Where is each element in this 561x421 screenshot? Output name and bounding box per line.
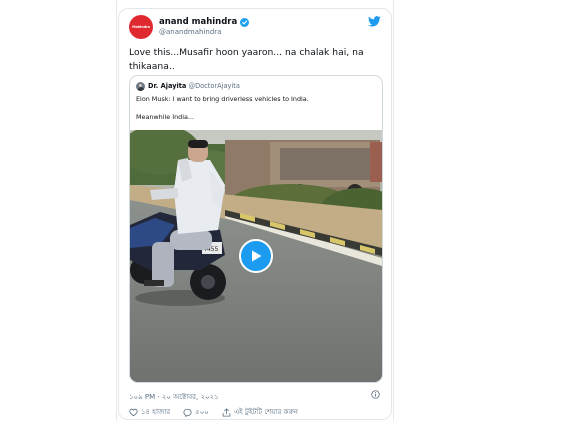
like-count: ১৪ হাজার (141, 408, 171, 416)
avatar-logo-text: Mahindra (132, 25, 150, 29)
timeline-border-right (393, 0, 394, 421)
quoted-author-handle: @DoctorAjayita (188, 82, 240, 90)
share-icon (222, 407, 231, 417)
play-icon (252, 250, 262, 262)
verified-badge-icon (240, 17, 250, 27)
reply-bubble-icon (183, 408, 192, 417)
twitter-bird-icon[interactable] (368, 16, 381, 27)
quoted-author-avatar (136, 82, 145, 91)
heart-icon (129, 408, 138, 416)
tweet-timestamp[interactable]: ১০৯ PM · ২০ অক্টোবর, ২০২১ (129, 391, 219, 403)
author-handle[interactable]: @anandmahindra (159, 28, 221, 36)
play-button[interactable] (239, 239, 273, 273)
tweet-text: Love this...Musafir hoon yaaron... na ch… (129, 47, 364, 72)
quoted-author-name: Dr. Ajayita (148, 82, 187, 90)
author-name-text: anand mahindra (159, 17, 238, 27)
share-action[interactable]: এই টুইটটি শেয়ার করুন (222, 406, 298, 418)
timeline-border-left (116, 0, 117, 421)
quoted-tweet-line-2: Meanwhile India... (136, 113, 194, 121)
quoted-tweet-line-1: Elon Musk: I want to bring driverless ve… (136, 95, 309, 103)
info-icon[interactable] (371, 390, 380, 399)
tweet-action-bar: ১৪ হাজার ৫০০ এই টুইটটি শেয়ার করুন (129, 406, 311, 418)
page-background: Mahindra anand mahindra @anandmahindra L… (0, 0, 561, 421)
quoted-tweet-card[interactable]: Dr. Ajayita @DoctorAjayita Elon Musk: I … (129, 75, 383, 383)
like-action[interactable]: ১৪ হাজার (129, 406, 170, 418)
author-avatar[interactable]: Mahindra (129, 15, 153, 39)
video-player[interactable]: 4455 (130, 130, 382, 382)
reply-action[interactable]: ৫০০ (183, 406, 209, 418)
author-name[interactable]: anand mahindra (159, 17, 250, 27)
reply-count: ৫০০ (195, 408, 209, 416)
share-label: এই টুইটটি শেয়ার করুন (233, 408, 298, 416)
quoted-tweet-header: Dr. Ajayita @DoctorAjayita (148, 82, 240, 90)
tweet-embed-card[interactable]: Mahindra anand mahindra @anandmahindra L… (118, 8, 392, 420)
